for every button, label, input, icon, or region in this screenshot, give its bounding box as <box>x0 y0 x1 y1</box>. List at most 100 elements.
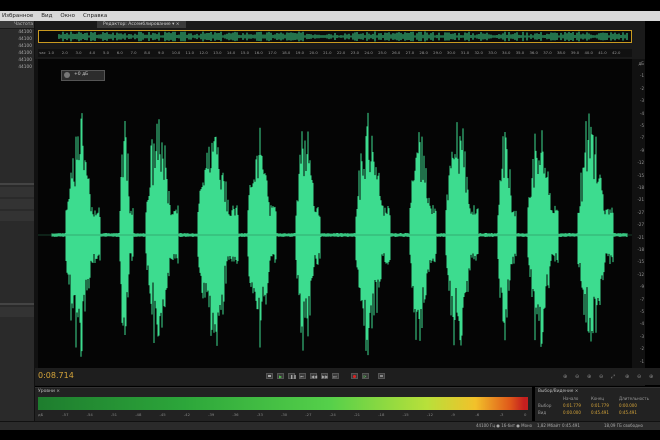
db-scale-label: -15 <box>637 172 644 178</box>
ruler-tick-label: 5.0 <box>103 50 110 55</box>
play-button[interactable]: ▶ <box>277 373 284 379</box>
db-scale-label: -2 <box>640 346 644 352</box>
panel-divider <box>0 303 34 305</box>
ruler-tick-label: 1.0 <box>48 50 55 55</box>
ruler-tick-label: 41.0 <box>598 50 607 55</box>
pause-button[interactable]: ❚❚ <box>288 373 297 379</box>
level-scale-label: -30 <box>281 412 288 417</box>
menu-item-window[interactable]: Окно <box>60 13 75 19</box>
view-start-value[interactable]: 0:00.000 <box>563 410 581 415</box>
ruler-tick-label: 24.0 <box>364 50 373 55</box>
header-end: Конец <box>591 396 605 401</box>
ruler-tick-label: 10.0 <box>171 50 181 55</box>
file-row[interactable]: 44100 <box>0 64 34 71</box>
db-scale-label: -18 <box>637 185 644 190</box>
ruler-tick-label: 36.0 <box>529 50 538 55</box>
level-scale-label: -45 <box>159 412 166 417</box>
skip-selection-icon <box>380 375 383 377</box>
transport-bar: 0:08.714 ▶ ❚❚ ⏮ ◀◀ ▶▶ ⏭ ⟳ ⊕ ⊖ ⊕ ⊖ ⤢ ⊕ ⊖ … <box>35 368 660 385</box>
level-scale-label: -51 <box>110 412 118 417</box>
db-scale-label: -4 <box>640 321 644 327</box>
db-scale-label: дБ <box>638 61 644 66</box>
level-scale-label: -54 <box>86 412 93 417</box>
record-icon <box>353 375 356 378</box>
db-scale-label: -5 <box>640 123 644 128</box>
zoom-full-icon[interactable]: ⤢ <box>611 374 617 380</box>
view-duration-value[interactable]: 0:45.491 <box>619 410 637 415</box>
zoom-out-time-icon[interactable]: ⊖ <box>599 374 605 380</box>
loop-button[interactable]: ⟳ <box>362 373 369 379</box>
ruler-tick-label: 22.0 <box>336 50 346 55</box>
db-scale-label: -9 <box>640 147 644 153</box>
fast-forward-button[interactable]: ▶▶ <box>321 373 328 379</box>
zoom-in-time-icon[interactable]: ⊕ <box>587 374 593 380</box>
db-scale-label: -3 <box>640 333 644 339</box>
play-icon: ▶ <box>279 374 283 379</box>
db-scale-label: -12 <box>637 160 644 166</box>
ruler-tick-label: 25.0 <box>378 50 387 55</box>
selection-duration-value[interactable]: 0:00.000 <box>619 403 637 408</box>
zoom-selection-icon[interactable]: ⊕ <box>625 374 631 380</box>
rewind-button[interactable]: ◀◀ <box>310 373 317 379</box>
stop-button[interactable] <box>266 373 273 379</box>
ruler-tick-label: 27.0 <box>405 50 415 55</box>
overview-trace <box>58 31 628 42</box>
effects-panel-row[interactable] <box>0 199 34 209</box>
file-row[interactable]: 44100 <box>0 43 34 50</box>
effects-panel-row[interactable] <box>0 211 34 221</box>
panel-divider <box>0 183 34 185</box>
menu-item-view[interactable]: Вид <box>41 13 52 19</box>
record-button[interactable] <box>351 373 358 379</box>
db-scale-label: -18 <box>637 247 644 252</box>
ruler-tick-label: 20.0 <box>309 50 318 55</box>
file-row[interactable]: 44100 <box>0 57 34 64</box>
rewind-icon: ◀◀ <box>311 374 318 379</box>
ruler-tick-label: 38.0 <box>556 50 566 55</box>
status-size: 1,82 Мбайт <box>537 423 561 428</box>
level-meter-peak <box>524 397 528 410</box>
db-scale-label: -7 <box>640 296 644 302</box>
volume-hud[interactable]: +0 дБ <box>61 70 105 81</box>
db-scale-label: -5 <box>640 309 644 314</box>
ruler-tick-label: 16.0 <box>254 50 263 55</box>
waveform-display[interactable] <box>38 59 632 369</box>
db-scale-label: -3 <box>640 98 644 104</box>
ruler-tick-label: 2.0 <box>61 50 68 55</box>
ruler-tick-label: 3.0 <box>75 50 82 55</box>
ruler-tick-label: 18.0 <box>281 50 291 55</box>
level-scale-label: -3 <box>499 412 504 417</box>
history-panel-header[interactable] <box>0 307 34 317</box>
menu-item-help[interactable]: Справка <box>83 13 107 19</box>
db-scale-label: -7 <box>640 135 644 141</box>
menu-bar: Избранное Вид Окно Справка <box>0 11 660 21</box>
volume-knob-icon[interactable] <box>64 72 70 78</box>
files-panel-header[interactable]: Частота <box>0 21 34 29</box>
view-end-value[interactable]: 0:45.491 <box>591 410 609 415</box>
level-meter-bar <box>38 397 524 410</box>
menu-item-favorites[interactable]: Избранное <box>2 13 33 19</box>
db-scale-label: -15 <box>637 259 644 265</box>
hud-volume-value: +0 дБ <box>74 72 89 77</box>
go-end-button[interactable]: ⏭ <box>332 373 339 379</box>
db-scale-label: -1 <box>640 358 644 364</box>
level-scale-label: -9 <box>451 412 455 417</box>
file-row[interactable]: 44100 <box>0 36 34 43</box>
ruler-tick-label: 8.0 <box>144 50 151 55</box>
tab-editor[interactable]: Редактор: Ассемблирование ▾ × <box>97 21 186 28</box>
go-start-button[interactable]: ⏮ <box>299 373 306 379</box>
level-scale-label: -18 <box>378 412 385 417</box>
skip-selection-button[interactable] <box>378 373 385 379</box>
effects-panel-header[interactable] <box>0 187 34 197</box>
level-scale-label: -48 <box>135 412 142 417</box>
zoom-out-amplitude-icon[interactable]: ⊖ <box>575 374 581 380</box>
file-row[interactable]: 44100 <box>0 29 34 36</box>
zoom-right-icon[interactable]: ⊕ <box>649 374 655 380</box>
selection-start-value[interactable]: 0:01.779 <box>563 403 581 408</box>
zoom-in-amplitude-icon[interactable]: ⊕ <box>563 374 569 380</box>
file-row[interactable]: 44100 <box>0 50 34 57</box>
time-ruler[interactable]: час 1.0 2.0 3.0 4.0 5.0 6.0 7.0 8.0 9.0 10.0 11.0 1… <box>38 49 632 57</box>
selection-end-value[interactable]: 0:01.779 <box>591 403 609 408</box>
fast-forward-icon: ▶▶ <box>322 374 329 379</box>
zoom-left-icon[interactable]: ⊖ <box>637 374 643 380</box>
overview-navigator[interactable] <box>38 30 632 43</box>
